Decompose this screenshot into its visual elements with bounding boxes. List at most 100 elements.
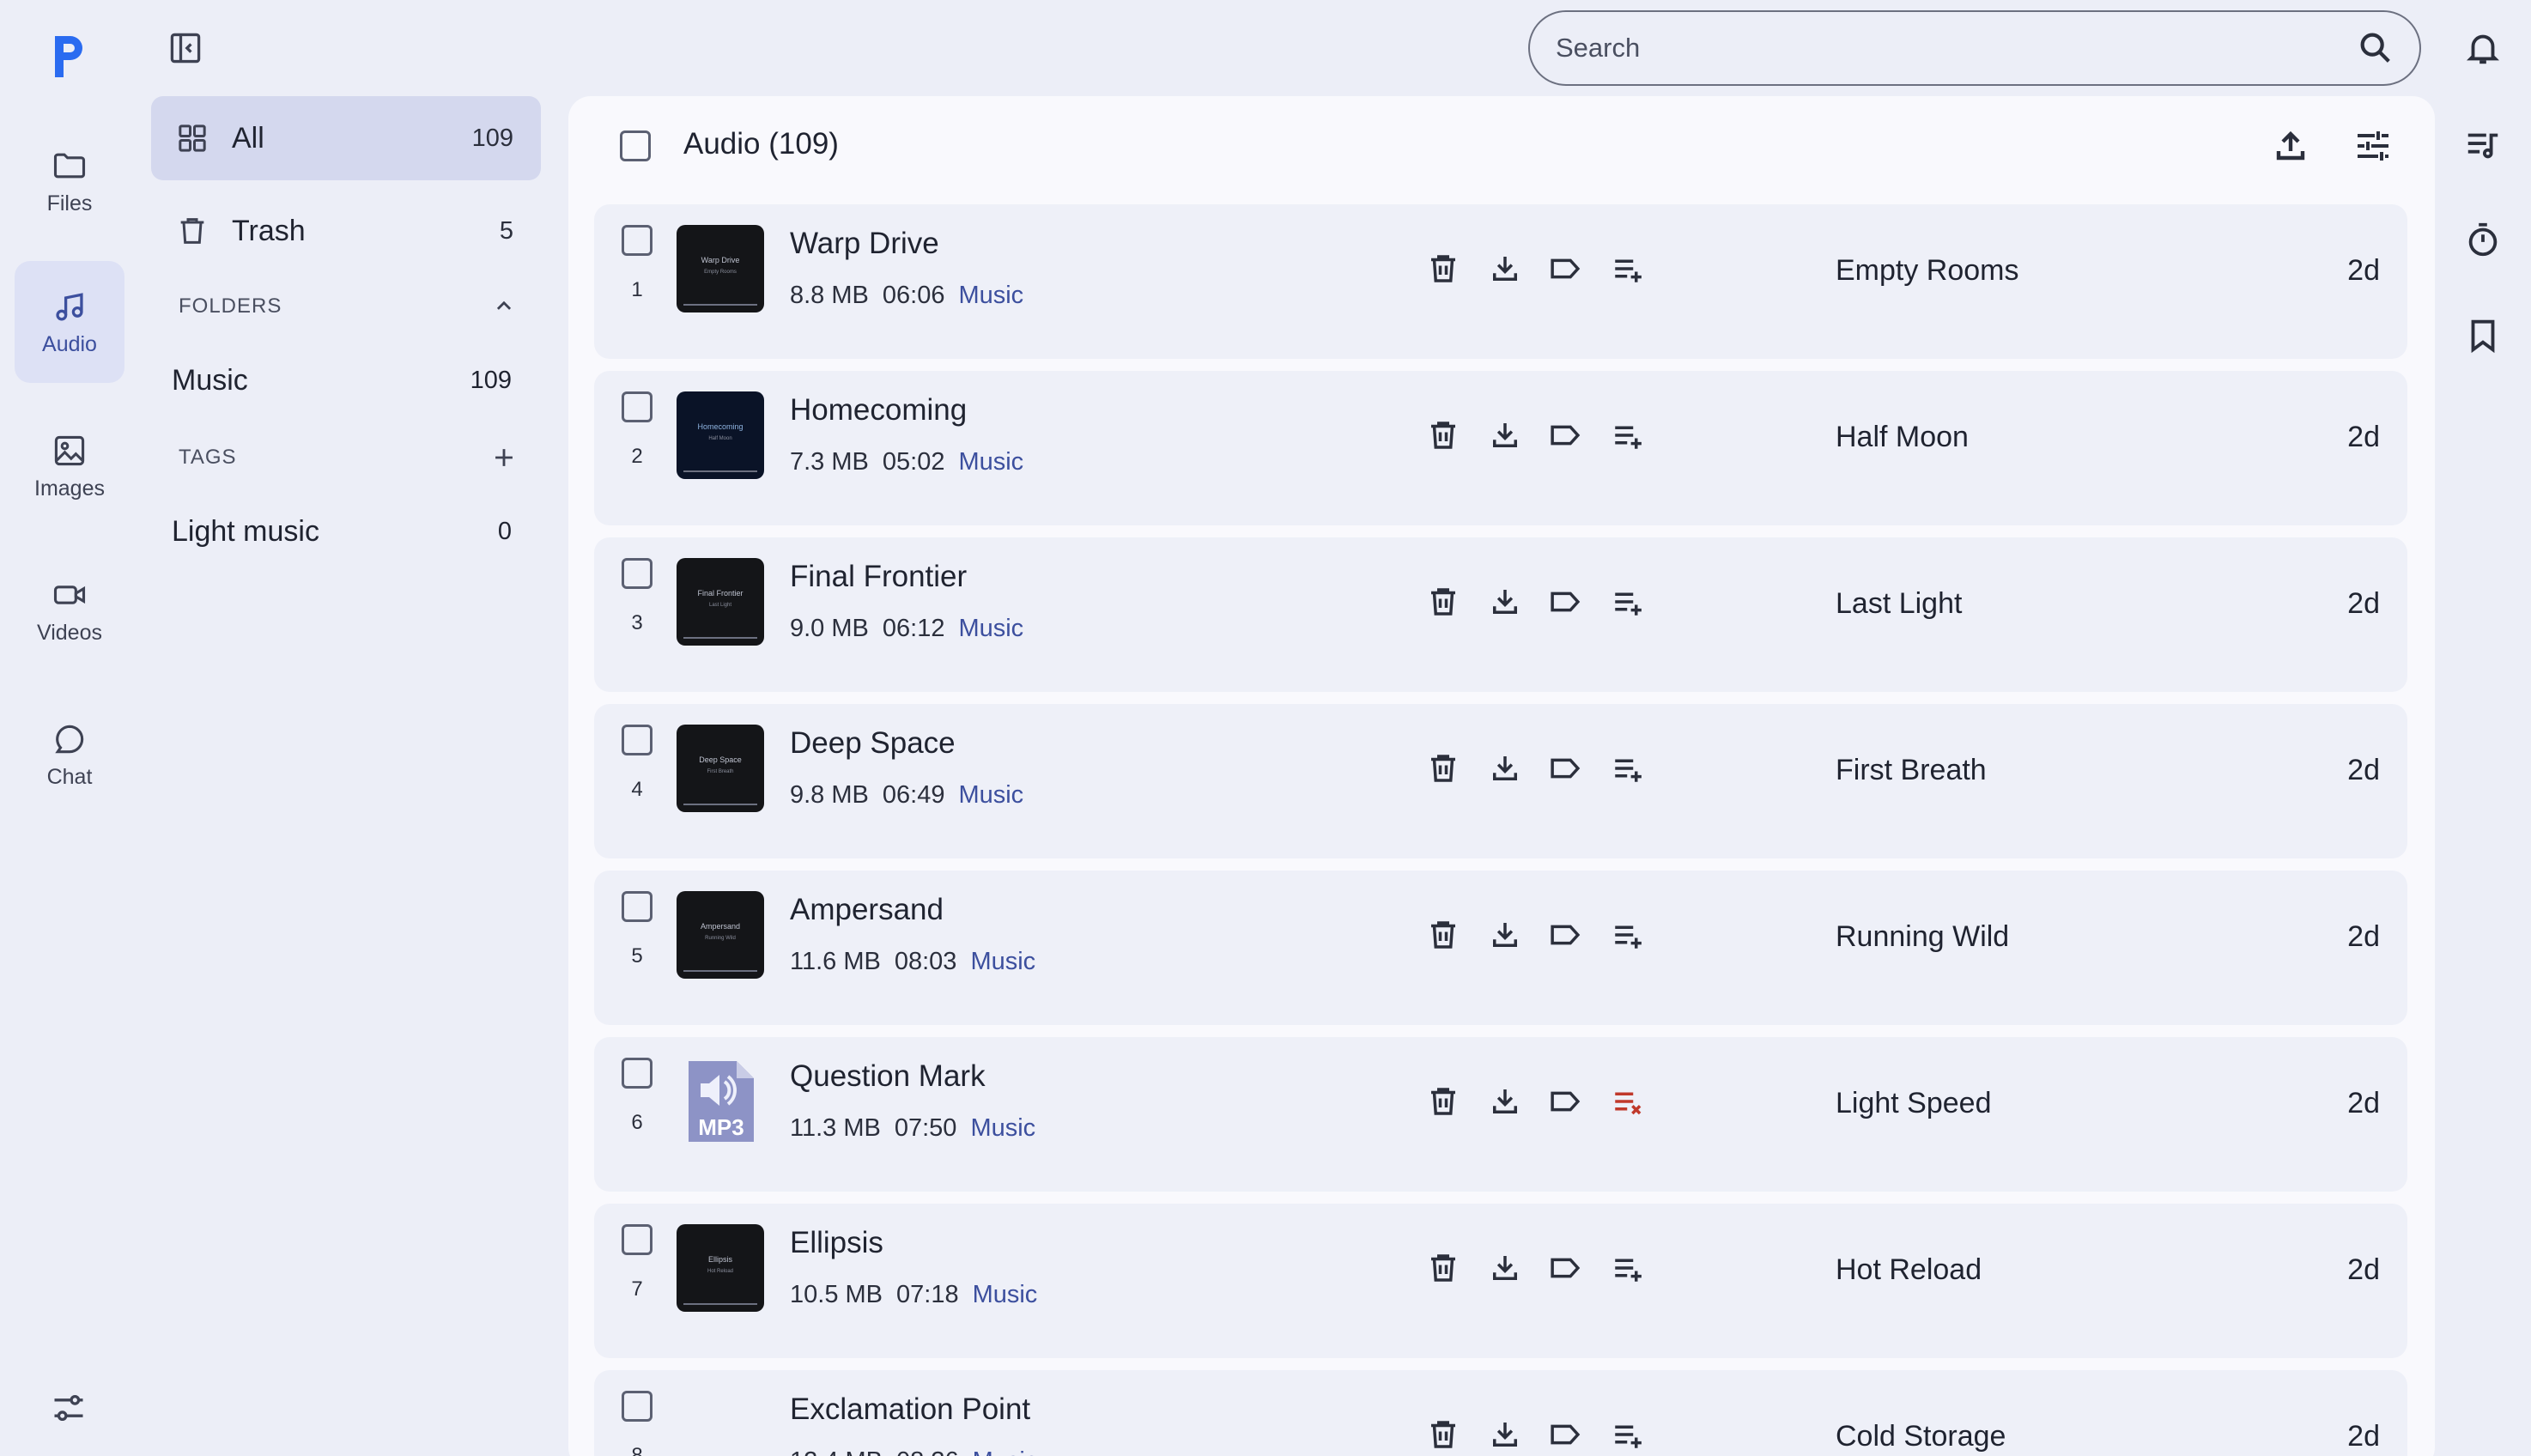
track-title[interactable]: Deep Space (790, 726, 956, 761)
playlist-add-icon[interactable] (1611, 1417, 1647, 1453)
folder-link[interactable]: Music (958, 781, 1023, 810)
playlist-remove-icon[interactable] (1611, 1083, 1647, 1119)
delete-icon[interactable] (1425, 251, 1461, 287)
folder-link[interactable]: Music (958, 282, 1023, 310)
audio-row[interactable]: 8 Exclamation Point 12.4 MB 08:36 Music … (594, 1370, 2407, 1456)
audio-row[interactable]: 7 Ellipsis Hot Reload Ellipsis 10.5 MB 0… (594, 1204, 2407, 1358)
track-title[interactable]: Homecoming (790, 393, 967, 428)
rail-item-files[interactable]: Files (15, 120, 124, 242)
playlist-add-icon[interactable] (1611, 750, 1647, 786)
row-checkbox[interactable] (622, 558, 652, 589)
playlist-add-icon[interactable] (1611, 584, 1647, 620)
tag-icon[interactable] (1547, 1250, 1583, 1286)
download-icon[interactable] (1487, 750, 1523, 786)
filter-sliders-icon[interactable] (2352, 125, 2394, 167)
row-checkbox[interactable] (622, 1058, 652, 1089)
folder-icon (53, 153, 86, 178)
download-icon[interactable] (1487, 917, 1523, 953)
delete-icon[interactable] (1425, 417, 1461, 453)
playlist-add-icon[interactable] (1611, 251, 1647, 287)
download-icon[interactable] (1487, 417, 1523, 453)
folders-section-header[interactable]: FOLDERS (179, 292, 519, 321)
tag-item-light-music[interactable]: Light music 0 (172, 515, 519, 549)
row-checkbox[interactable] (622, 1391, 652, 1422)
audio-row[interactable]: 3 Final Frontier Last Light Final Fronti… (594, 537, 2407, 692)
chat-bubble-icon (55, 725, 84, 753)
duration: 07:18 (896, 1281, 959, 1308)
delete-icon[interactable] (1425, 1250, 1461, 1286)
download-icon[interactable] (1487, 251, 1523, 287)
added-age: 2d (2347, 920, 2380, 953)
folder-link[interactable]: Music (958, 615, 1023, 643)
nav-all[interactable]: All 109 (151, 96, 541, 180)
delete-icon[interactable] (1425, 1083, 1461, 1119)
audio-row[interactable]: 6 MP3 Question Mark 11.3 MB 07:50 Music … (594, 1037, 2407, 1192)
tag-icon[interactable] (1547, 584, 1583, 620)
tag-icon[interactable] (1547, 1417, 1583, 1453)
row-checkbox[interactable] (622, 391, 652, 422)
folder-link[interactable]: Music (970, 948, 1035, 976)
row-checkbox[interactable] (622, 225, 652, 256)
audio-row[interactable]: 1 Warp Drive Empty Rooms Warp Drive 8.8 … (594, 204, 2407, 359)
rail-item-images[interactable]: Images (15, 405, 124, 527)
row-index: 8 (631, 1444, 643, 1456)
album-art-title: Final Frontier (697, 589, 744, 598)
delete-icon[interactable] (1425, 1417, 1461, 1453)
download-icon[interactable] (1487, 1250, 1523, 1286)
select-all-checkbox[interactable] (620, 130, 651, 161)
playlist-add-icon[interactable] (1611, 917, 1647, 953)
search-input[interactable] (1556, 33, 2356, 64)
track-title[interactable]: Warp Drive (790, 227, 939, 261)
download-icon[interactable] (1487, 584, 1523, 620)
folder-count: 109 (470, 367, 512, 394)
queue-music-icon[interactable] (2463, 125, 2503, 165)
tag-icon[interactable] (1547, 251, 1583, 287)
tag-icon[interactable] (1547, 417, 1583, 453)
download-icon[interactable] (1487, 1083, 1523, 1119)
search-icon[interactable] (2356, 28, 2395, 68)
rail-item-chat[interactable]: Chat (15, 694, 124, 816)
tag-icon[interactable] (1547, 1083, 1583, 1119)
tag-icon[interactable] (1547, 750, 1583, 786)
plus-icon[interactable] (489, 443, 519, 472)
track-title[interactable]: Ellipsis (790, 1226, 883, 1260)
bookmark-icon[interactable] (2463, 316, 2503, 355)
download-icon[interactable] (1487, 1417, 1523, 1453)
rail-item-videos[interactable]: Videos (15, 549, 124, 671)
row-checkbox[interactable] (622, 891, 652, 922)
bell-icon[interactable] (2463, 28, 2503, 68)
folder-item-music[interactable]: Music 109 (172, 364, 519, 397)
track-title[interactable]: Final Frontier (790, 560, 967, 594)
timer-icon[interactable] (2463, 220, 2503, 259)
delete-icon[interactable] (1425, 917, 1461, 953)
audio-row[interactable]: 4 Deep Space First Breath Deep Space 9.8… (594, 704, 2407, 858)
track-meta: 9.0 MB 06:12 Music (790, 615, 1023, 643)
mp3-file-icon: MP3 (677, 1058, 764, 1145)
playlist-add-icon[interactable] (1611, 417, 1647, 453)
audio-row[interactable]: 5 Ampersand Running Wild Ampersand 11.6 … (594, 871, 2407, 1025)
sidebar-collapse-icon[interactable] (167, 29, 204, 67)
duration: 06:49 (882, 781, 945, 809)
p-logo-icon[interactable] (50, 33, 88, 81)
upload-icon[interactable] (2270, 125, 2311, 167)
tag-icon[interactable] (1547, 917, 1583, 953)
audio-row[interactable]: 2 Homecoming Half Moon Homecoming 7.3 MB… (594, 371, 2407, 525)
playlist-add-icon[interactable] (1611, 1250, 1647, 1286)
delete-icon[interactable] (1425, 750, 1461, 786)
folder-link[interactable]: Music (973, 1281, 1038, 1309)
rail-item-audio[interactable]: Audio (15, 261, 124, 383)
delete-icon[interactable] (1425, 584, 1461, 620)
folder-link[interactable]: Music (970, 1114, 1035, 1143)
track-title[interactable]: Exclamation Point (790, 1392, 1030, 1427)
folder-link[interactable]: Music (958, 448, 1023, 476)
folder-link[interactable]: Music (973, 1447, 1038, 1456)
row-checkbox[interactable] (622, 725, 652, 755)
track-title[interactable]: Question Mark (790, 1059, 986, 1094)
row-checkbox[interactable] (622, 1224, 652, 1255)
tag-label: Light music (172, 515, 319, 548)
settings-sliders-icon[interactable] (50, 1389, 88, 1427)
chevron-up-icon[interactable] (489, 292, 519, 321)
track-title[interactable]: Ampersand (790, 893, 944, 927)
album-art-divider (683, 804, 757, 805)
nav-trash[interactable]: Trash 5 (151, 189, 541, 273)
